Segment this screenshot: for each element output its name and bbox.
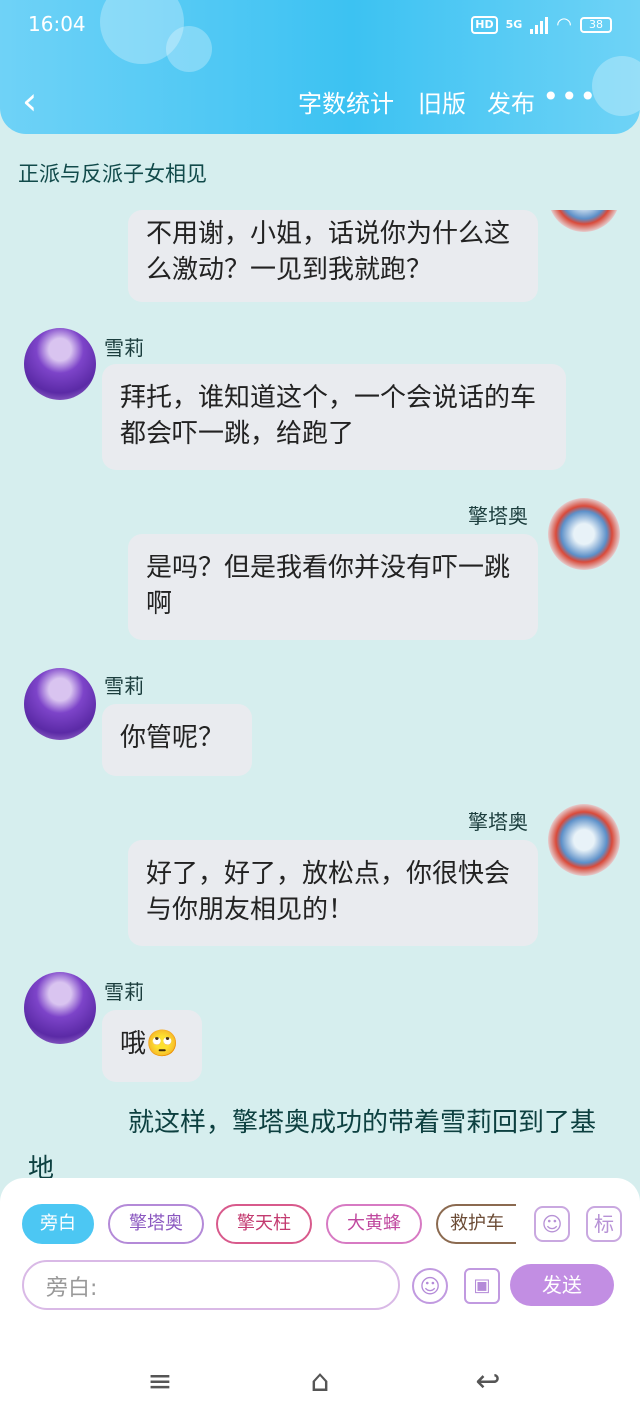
wifi-icon: ◠ bbox=[556, 14, 572, 35]
narration-text: 就这样，擎塔奥成功的带着雪莉回到了基地 bbox=[28, 1108, 597, 1180]
speaker-name: 雪莉 bbox=[104, 674, 144, 698]
speaker-name: 擎塔奥 bbox=[468, 504, 528, 528]
back-icon[interactable]: ‹ bbox=[22, 82, 37, 120]
back-nav-icon[interactable]: ↩ bbox=[468, 1362, 508, 1402]
hd-badge: HD bbox=[471, 15, 498, 34]
chat-area[interactable]: 不用谢，小姐，话说你为什么这么激动？一见到我就跑？ 雪莉 拜托，谁知道这个，一个… bbox=[0, 210, 640, 1180]
avatar[interactable] bbox=[24, 972, 96, 1044]
publish-button[interactable]: 发布 bbox=[487, 84, 535, 119]
speaker-name: 擎塔奥 bbox=[468, 810, 528, 834]
image-icon[interactable]: ▣ bbox=[464, 1268, 500, 1304]
status-time: 16:04 bbox=[28, 12, 86, 36]
menu-icon[interactable]: ≡ bbox=[140, 1362, 180, 1402]
composer-panel: 旁白 擎塔奥 擎天柱 大黄蜂 救护车 ☺ 标 旁白: ☺ ▣ 发送 bbox=[0, 1178, 640, 1348]
speaker-name: 雪莉 bbox=[104, 336, 144, 360]
signal-icon bbox=[530, 16, 549, 34]
send-button[interactable]: 发送 bbox=[510, 1264, 614, 1306]
avatar[interactable] bbox=[548, 498, 620, 570]
speaker-name: 雪莉 bbox=[104, 980, 144, 1004]
avatar[interactable] bbox=[548, 804, 620, 876]
network-label: 5G bbox=[505, 18, 523, 31]
message-bubble: 拜托，谁知道这个，一个会说话的车都会吓一跳，给跑了 bbox=[102, 364, 566, 470]
old-version-button[interactable]: 旧版 bbox=[418, 84, 466, 119]
avatar[interactable] bbox=[548, 210, 620, 232]
character-chip[interactable]: 救护车 bbox=[436, 1204, 516, 1244]
app-header: 16:04 HD 5G ◠ 38 ‹ 字数统计 旧版 发布 ••• bbox=[0, 0, 640, 134]
message-bubble: 不用谢，小姐，话说你为什么这么激动？一见到我就跑？ bbox=[128, 210, 538, 302]
character-chip[interactable]: 擎天柱 bbox=[216, 1204, 312, 1244]
character-chip-narrator[interactable]: 旁白 bbox=[22, 1204, 94, 1244]
character-manage-icon[interactable]: ☺ bbox=[534, 1206, 570, 1242]
tag-icon[interactable]: 标 bbox=[586, 1206, 622, 1242]
message-bubble: 你管呢？ bbox=[102, 704, 252, 776]
message-bubble: 是吗？但是我看你并没有吓一跳啊 bbox=[128, 534, 538, 640]
character-chip[interactable]: 大黄蜂 bbox=[326, 1204, 422, 1244]
word-count-button[interactable]: 字数统计 bbox=[298, 84, 394, 119]
more-icon[interactable]: ••• bbox=[542, 80, 598, 113]
message-bubble: 好了，好了，放松点，你很快会与你朋友相见的！ bbox=[128, 840, 538, 946]
emoji-icon[interactable]: ☺ bbox=[412, 1268, 448, 1304]
battery-icon: 38 bbox=[580, 16, 612, 33]
message-input[interactable]: 旁白: bbox=[22, 1260, 400, 1310]
page-title: 正派与反派子女相见 bbox=[18, 162, 207, 186]
avatar[interactable] bbox=[24, 668, 96, 740]
home-icon[interactable]: ⌂ bbox=[300, 1362, 340, 1402]
status-bar: 16:04 HD 5G ◠ 38 bbox=[28, 10, 612, 40]
character-chip[interactable]: 擎塔奥 bbox=[108, 1204, 204, 1244]
top-nav: ‹ 字数统计 旧版 发布 ••• bbox=[0, 80, 640, 124]
system-nav-bar: ≡ ⌂ ↩ bbox=[0, 1348, 640, 1422]
avatar[interactable] bbox=[24, 328, 96, 400]
message-bubble: 哦🙄 bbox=[102, 1010, 202, 1082]
